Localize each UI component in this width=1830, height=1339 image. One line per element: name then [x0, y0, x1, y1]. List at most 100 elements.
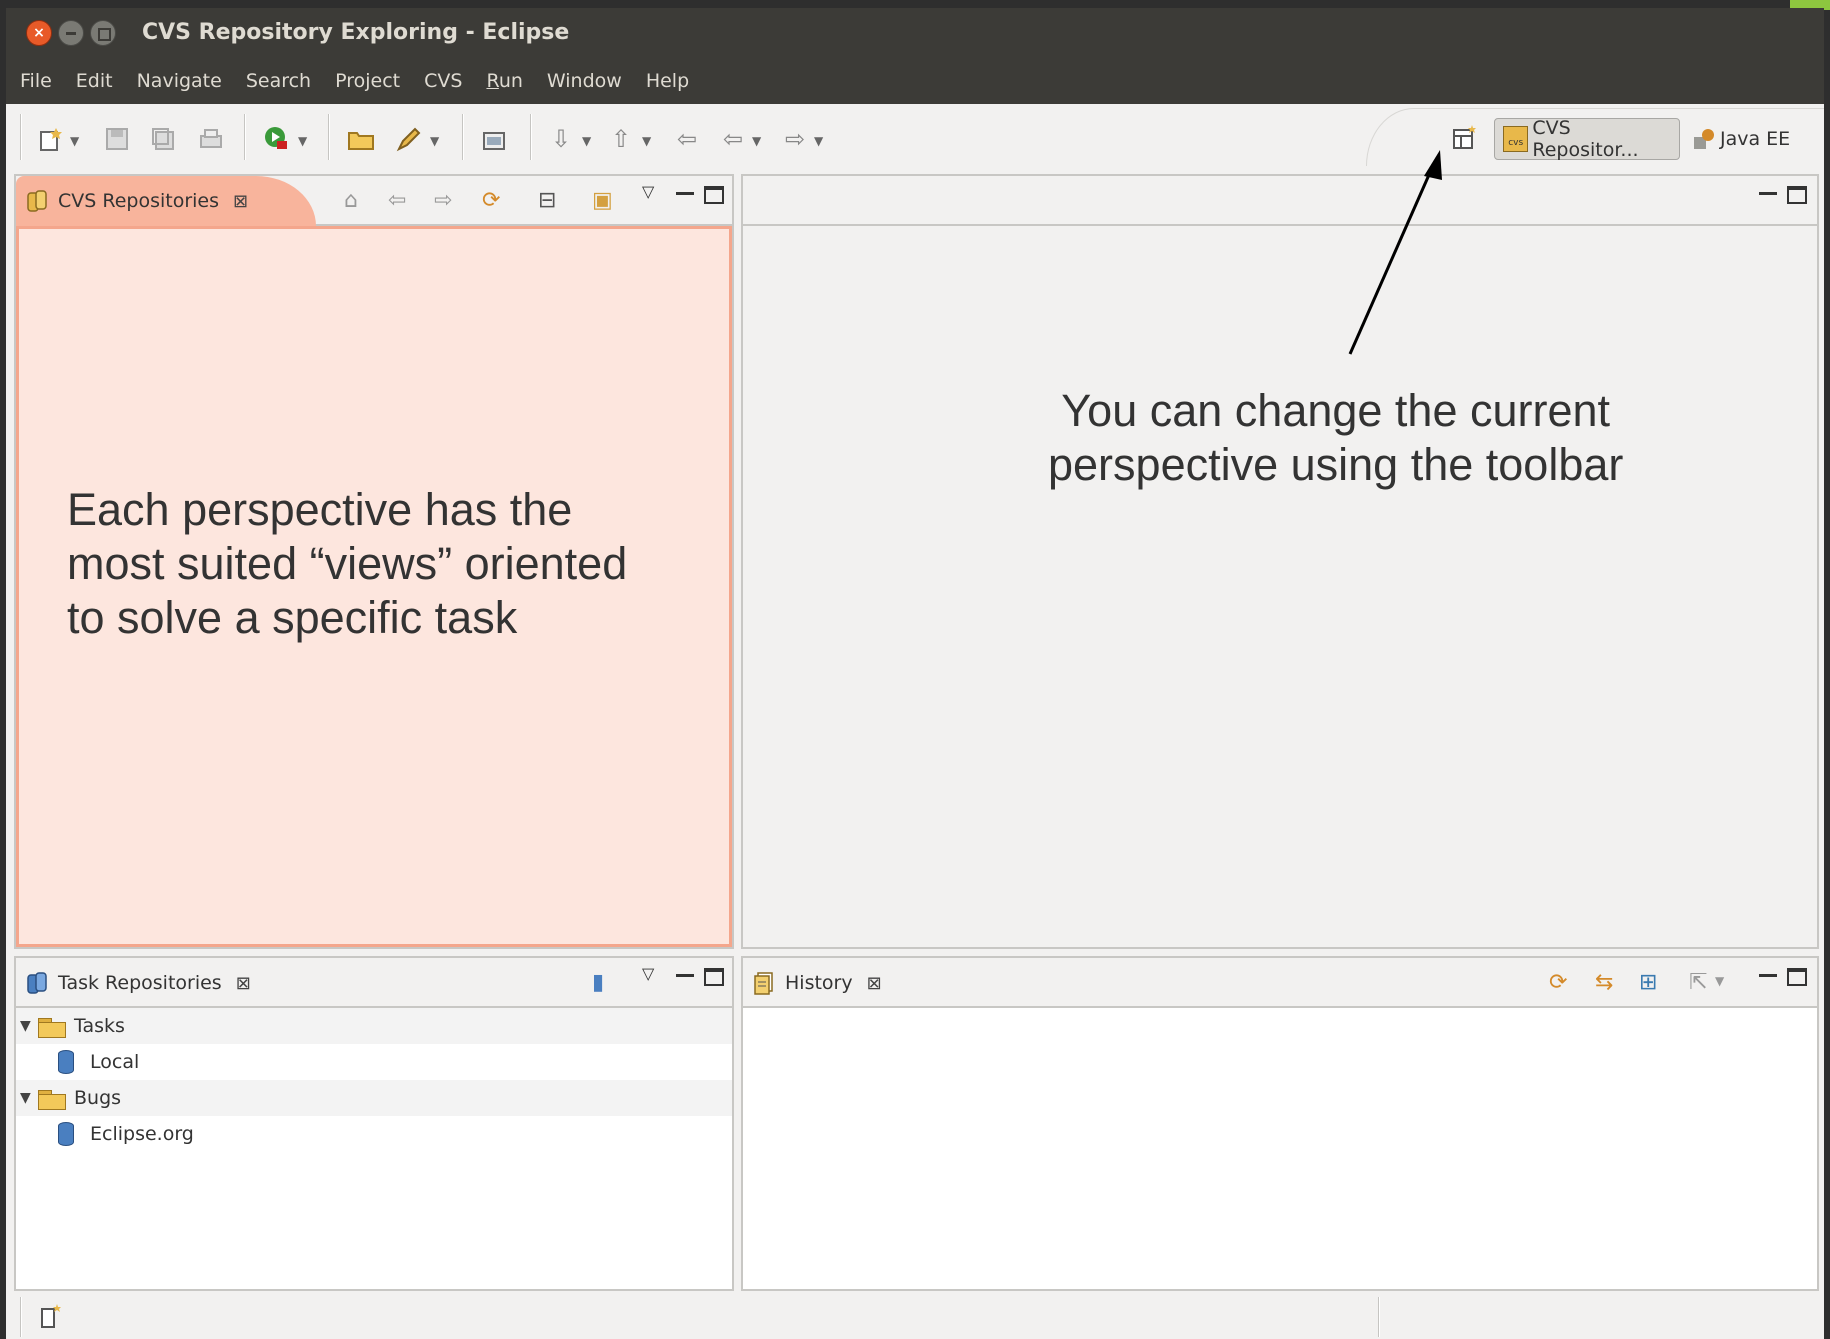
- tab-cvs-repositories[interactable]: CVS Repositories ⊠: [16, 176, 316, 226]
- maximize-window-button[interactable]: [90, 20, 116, 46]
- close-view-icon[interactable]: ⊠: [233, 191, 248, 212]
- tree-label: Eclipse.org: [90, 1123, 194, 1145]
- home-icon: ⌂: [344, 188, 358, 213]
- main-toolbar: ▼ ▼ ▼ ⇩ ▼ ⇧ ▼ ⇦ ⇦ ▼ ⇨ ▼ cvs CVS Reposito…: [6, 104, 1824, 174]
- javaee-perspective-icon: [1692, 127, 1716, 151]
- run-dropdown-icon[interactable]: ▼: [298, 134, 307, 148]
- tab-history[interactable]: History ⊠: [743, 958, 882, 1008]
- pencil-dropdown-icon[interactable]: ▼: [430, 134, 439, 148]
- back-icon: ⇦: [388, 188, 407, 213]
- add-repository-icon[interactable]: ▣: [592, 188, 613, 213]
- tab-task-repositories[interactable]: Task Repositories ⊠: [16, 958, 251, 1008]
- left-annotation-line: Each perspective has the: [67, 484, 573, 535]
- view-minmax: [676, 186, 724, 204]
- tree-label: Local: [90, 1051, 140, 1073]
- menu-file[interactable]: File: [20, 70, 52, 92]
- perspective-cvs-button[interactable]: cvs CVS Repositor...: [1494, 117, 1680, 161]
- view-menu-icon[interactable]: ▽: [642, 182, 654, 201]
- tree-row[interactable]: Eclipse.org: [16, 1116, 732, 1152]
- refresh-icon[interactable]: ⟳: [1549, 970, 1567, 995]
- window-title: CVS Repository Exploring - Eclipse: [142, 20, 570, 45]
- menu-project[interactable]: Project: [335, 70, 400, 92]
- maximize-icon[interactable]: [704, 186, 724, 204]
- repository-icon: [58, 1050, 74, 1074]
- tree-row[interactable]: Local: [16, 1044, 732, 1080]
- close-window-button[interactable]: ×: [26, 20, 52, 46]
- run-icon[interactable]: [262, 124, 292, 154]
- editor-minmax: [1759, 186, 1807, 204]
- new-icon[interactable]: [36, 124, 66, 154]
- maximize-icon[interactable]: [1787, 968, 1807, 986]
- status-separator: [1378, 1297, 1380, 1337]
- view-menu-icon[interactable]: ▽: [642, 964, 654, 983]
- forward-icon: ⇨: [434, 188, 453, 213]
- expand-triangle-icon[interactable]: ▼: [20, 1090, 38, 1106]
- minimize-icon[interactable]: [676, 974, 694, 977]
- perspective-javaee-button[interactable]: Java EE: [1692, 118, 1790, 160]
- expand-triangle-icon[interactable]: ▼: [20, 1018, 38, 1034]
- title-bar: × CVS Repository Exploring - Eclipse: [6, 8, 1824, 58]
- perspective-javaee-label: Java EE: [1720, 128, 1791, 150]
- refresh-icon[interactable]: ⟳: [482, 188, 500, 213]
- minimize-icon[interactable]: [676, 192, 694, 195]
- close-view-icon[interactable]: ⊠: [236, 973, 251, 994]
- menu-navigate[interactable]: Navigate: [137, 70, 222, 92]
- right-annotation-line: You can change the current: [1061, 385, 1611, 436]
- collapse-all-icon[interactable]: ⊟: [538, 188, 556, 213]
- forward-dropdown-icon: ▼: [814, 134, 824, 148]
- view-header: History ⊠ ⟳ ⇆ ⊞ ⇱ ▼: [743, 958, 1817, 1008]
- toolbar-separator: [20, 114, 22, 160]
- left-annotation: Each perspective has the most suited “vi…: [67, 483, 627, 645]
- tree-row[interactable]: ▼ Bugs: [16, 1080, 732, 1116]
- cvs-add-icon[interactable]: [480, 124, 510, 154]
- tree-label: Tasks: [74, 1015, 125, 1037]
- view-minmax: [676, 968, 724, 986]
- toolbar-separator: [244, 114, 246, 160]
- view-header: Task Repositories ⊠ ▮ ▽: [16, 958, 732, 1008]
- fast-view-icon[interactable]: [40, 1303, 64, 1333]
- menu-run[interactable]: Run: [486, 70, 522, 92]
- eclipse-window: × CVS Repository Exploring - Eclipse Fil…: [6, 8, 1824, 1339]
- next-annotation-icon: ⇩: [550, 125, 572, 153]
- history-view: History ⊠ ⟳ ⇆ ⊞ ⇱ ▼: [741, 956, 1819, 1291]
- close-view-icon[interactable]: ⊠: [867, 973, 882, 994]
- menu-edit[interactable]: Edit: [76, 70, 113, 92]
- tab-label: Task Repositories: [58, 972, 222, 994]
- maximize-icon[interactable]: [1787, 186, 1807, 204]
- open-folder-icon[interactable]: [346, 124, 376, 154]
- add-task-repository-icon[interactable]: ▮: [592, 970, 604, 995]
- toolbar-separator: [462, 114, 464, 160]
- tree-row[interactable]: ▼ Tasks: [16, 1008, 732, 1044]
- minimize-icon[interactable]: [1759, 974, 1777, 977]
- minimize-window-button[interactable]: [58, 20, 84, 46]
- menu-help[interactable]: Help: [646, 70, 689, 92]
- repository-icon: [58, 1122, 74, 1146]
- pin-icon[interactable]: ⊞: [1639, 970, 1657, 995]
- forward-icon: ⇨: [784, 125, 806, 153]
- last-edit-icon: ⇦: [676, 125, 698, 153]
- cvs-repositories-icon: [26, 189, 50, 213]
- open-perspective-icon[interactable]: [1452, 124, 1478, 156]
- maximize-icon[interactable]: [704, 968, 724, 986]
- compare-mode-dropdown-icon: ▼: [1715, 974, 1725, 988]
- minimize-icon[interactable]: [1759, 192, 1777, 195]
- compare-mode-icon: ⇱: [1689, 970, 1708, 995]
- cvs-repositories-view: CVS Repositories ⊠ ⌂ ⇦ ⇨ ⟳ ⊟ ▣ ▽ Each pe…: [14, 174, 734, 949]
- menu-cvs[interactable]: CVS: [424, 70, 462, 92]
- pencil-icon[interactable]: [394, 124, 424, 154]
- new-dropdown-icon[interactable]: ▼: [70, 134, 79, 148]
- toolbar-separator: [530, 114, 532, 160]
- editor-content: You can change the current perspective u…: [743, 226, 1817, 947]
- save-icon: [102, 124, 132, 154]
- tree-label: Bugs: [74, 1087, 122, 1109]
- next-annotation-dropdown-icon: ▼: [582, 134, 592, 148]
- link-with-editor-icon[interactable]: ⇆: [1595, 970, 1613, 995]
- menu-search[interactable]: Search: [246, 70, 311, 92]
- prev-annotation-dropdown-icon: ▼: [642, 134, 652, 148]
- editor-header: [743, 176, 1817, 226]
- cvs-perspective-icon: cvs: [1503, 126, 1529, 152]
- back-dropdown-icon: ▼: [752, 134, 762, 148]
- menu-window[interactable]: Window: [547, 70, 622, 92]
- print-icon: [196, 124, 226, 154]
- prev-annotation-icon: ⇧: [610, 125, 632, 153]
